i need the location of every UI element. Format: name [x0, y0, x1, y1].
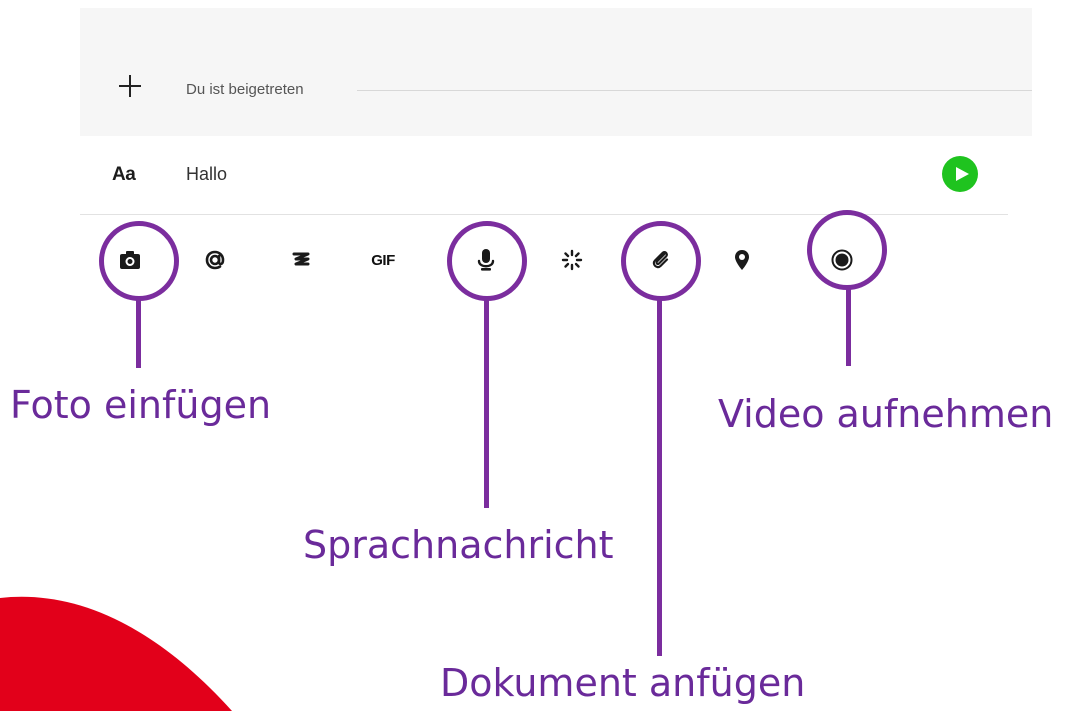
connector-video: [846, 289, 851, 366]
callout-voice-message: Sprachnachricht: [303, 523, 614, 567]
connector-camera: [136, 300, 141, 368]
divider: [357, 90, 1032, 91]
system-message: Du ist beigetreten: [186, 81, 304, 98]
message-input[interactable]: [186, 161, 886, 187]
connector-microphone: [484, 300, 489, 508]
gif-button[interactable]: GIF: [363, 240, 403, 280]
location-pin-icon: [735, 250, 749, 270]
highlight-ring-camera: [99, 221, 179, 301]
highlight-ring-paperclip: [621, 221, 701, 301]
text-format-button[interactable]: Aa: [112, 164, 136, 186]
sticker-icon: [292, 252, 310, 266]
mention-icon: [205, 250, 225, 270]
sticker-button[interactable]: [281, 240, 321, 280]
gif-icon: GIF: [371, 251, 395, 269]
input-divider: [80, 214, 1008, 215]
add-icon[interactable]: [119, 72, 147, 100]
send-button[interactable]: [942, 156, 978, 192]
sparkle-icon: [561, 249, 583, 271]
highlight-ring-microphone: [447, 221, 527, 301]
callout-photo: Foto einfügen: [10, 383, 272, 427]
highlight-ring-video: [807, 210, 887, 290]
location-button[interactable]: [722, 240, 762, 280]
mention-button[interactable]: [195, 240, 235, 280]
callout-video: Video aufnehmen: [718, 392, 1054, 436]
connector-paperclip: [657, 300, 662, 656]
conversation-area: [80, 8, 1032, 136]
callout-document: Dokument anfügen: [440, 661, 806, 705]
effects-button[interactable]: [552, 240, 592, 280]
